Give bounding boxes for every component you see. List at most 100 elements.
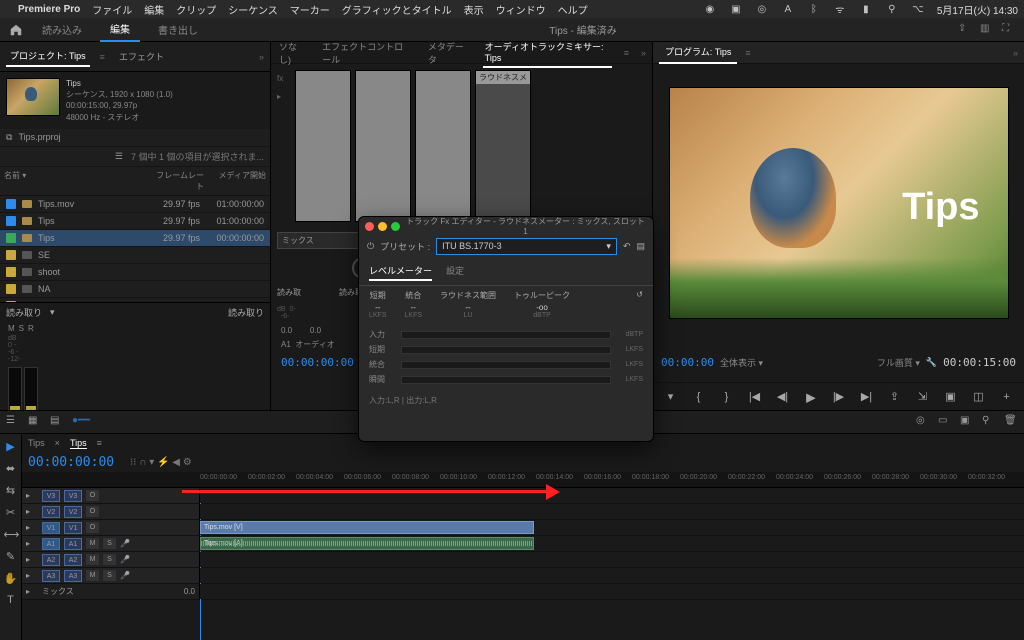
seq-tab[interactable]: Tips	[28, 438, 45, 448]
play-button[interactable]: ▶	[800, 386, 821, 407]
freeform-icon[interactable]: ▤	[50, 415, 64, 429]
track-row[interactable]: ▸V2V2O	[22, 504, 1024, 520]
bin-item[interactable]: shoot	[0, 264, 270, 281]
seq-tab-active[interactable]: Tips	[70, 438, 87, 449]
preset-dropdown[interactable]: ITU BS.1770-3▾	[436, 238, 617, 255]
ripple-tool[interactable]: ⇆	[4, 484, 18, 498]
power-icon[interactable]: ⏻	[367, 241, 374, 252]
tab-project[interactable]: プロジェクト: Tips	[6, 46, 90, 67]
sys-icon[interactable]: ▣	[729, 4, 743, 15]
search-icon[interactable]: ⚲	[885, 4, 899, 15]
mark-out-button[interactable]: }	[718, 388, 736, 406]
bin-item[interactable]: Tips.mov29.97 fps01:00:00:00	[0, 196, 270, 213]
track-row[interactable]: ▸A3A3MS🎤	[22, 568, 1024, 584]
track-row[interactable]: ▸A2A2MS🎤	[22, 552, 1024, 568]
bin-item[interactable]: Tips29.97 fps00:00:00:00	[0, 230, 270, 247]
goto-in-button[interactable]: |◀	[746, 388, 764, 406]
tab-metadata[interactable]: メタデータ	[426, 37, 471, 69]
zoom-slider[interactable]: ●━━	[72, 415, 86, 429]
menu-window[interactable]: ウィンドウ	[496, 2, 546, 17]
close-button[interactable]	[365, 222, 374, 231]
fx-tab-meter[interactable]: レベルメーター	[369, 262, 432, 281]
col-mediastart[interactable]: メディア開始	[208, 170, 266, 192]
home-button[interactable]	[8, 22, 24, 38]
new-bin-icon[interactable]: ▭	[938, 415, 952, 429]
record-icon[interactable]: ◉	[703, 4, 717, 15]
preset-next-icon[interactable]: ▤	[636, 241, 645, 252]
menu-marker[interactable]: マーカー	[290, 2, 330, 17]
extract-button[interactable]: ⇲	[914, 388, 932, 406]
tab-effects[interactable]: エフェクト	[115, 47, 168, 66]
rec-title[interactable]: 読み取り	[6, 306, 42, 319]
reset-icon[interactable]: ↺	[636, 290, 643, 319]
auto-match-icon[interactable]: ◎	[916, 415, 930, 429]
fit-dropdown[interactable]: 全体表示 ▾	[720, 356, 763, 369]
mixer-strip[interactable]	[295, 70, 351, 222]
quality-dropdown[interactable]: フル画質 ▾	[877, 356, 920, 369]
bin-item[interactable]: SE	[0, 247, 270, 264]
razor-tool[interactable]: ✂	[4, 506, 18, 520]
fx-tab-settings[interactable]: 設定	[446, 262, 464, 281]
col-framerate[interactable]: フレームレート	[154, 170, 204, 192]
filter-icon[interactable]: ☰	[115, 151, 123, 162]
type-tool[interactable]: T	[4, 594, 18, 608]
hand-tool[interactable]: ✋	[4, 572, 18, 586]
program-monitor[interactable]: Tips	[669, 87, 1009, 319]
col-name[interactable]: 名前 ▾	[4, 170, 150, 192]
list-view-icon[interactable]: ☰	[6, 415, 20, 429]
menu-graphics[interactable]: グラフィックとタイトル	[342, 2, 452, 17]
selection-tool[interactable]: ▶	[4, 440, 18, 454]
quick-export-icon[interactable]: ⇪	[958, 23, 972, 37]
ime-icon[interactable]: A	[781, 4, 795, 15]
tab-effect-controls[interactable]: エフェクトコントロール	[320, 37, 414, 69]
bin-item[interactable]: Tips29.97 fps01:00:00:00	[0, 213, 270, 230]
track-row[interactable]: ▸A1A1MS🎤Tips.mov [A]	[22, 536, 1024, 552]
zoom-button[interactable]	[391, 222, 400, 231]
mark-in-button[interactable]: {	[690, 388, 708, 406]
bin-item[interactable]: NA	[0, 281, 270, 298]
search-icon[interactable]: ⚲	[982, 415, 996, 429]
export-frame-button[interactable]: ▣	[942, 388, 960, 406]
app-name[interactable]: Premiere Pro	[18, 4, 80, 15]
menu-edit[interactable]: 編集	[144, 2, 164, 17]
step-back-button[interactable]: ◀|	[774, 388, 792, 406]
cc-icon[interactable]: ◎	[755, 4, 769, 15]
ws-export[interactable]: 書き出し	[148, 18, 208, 41]
settings-button[interactable]: +	[998, 388, 1016, 406]
mixer-strip[interactable]	[355, 70, 411, 222]
comparison-button[interactable]: ◫	[970, 388, 988, 406]
time-ruler[interactable]: 00:00:00:0000:00:02:0000:00:04:0000:00:0…	[22, 472, 1024, 488]
fullscreen-icon[interactable]: ⛶	[1002, 23, 1016, 37]
add-marker-button[interactable]: ▾	[662, 388, 680, 406]
sequence-thumb[interactable]	[6, 78, 60, 116]
ws-edit[interactable]: 編集	[100, 17, 140, 42]
tab-source[interactable]: ソなし)	[277, 37, 308, 69]
menu-file[interactable]: ファイル	[92, 2, 132, 17]
tab-program[interactable]: プログラム: Tips	[659, 41, 737, 64]
slip-tool[interactable]: ⟷	[4, 528, 18, 542]
loudness-meter-window[interactable]: トラック Fx エディター - ラウドネスメーター : ミックス, スロット 1…	[358, 216, 654, 442]
track-row[interactable]: ▸V1V1OTips.mov [V]	[22, 520, 1024, 536]
lift-button[interactable]: ⇪	[886, 388, 904, 406]
mixer-strip-loudness[interactable]: ラウドネスメ	[475, 70, 531, 222]
bt-icon[interactable]: ᛒ	[807, 4, 821, 15]
project-file[interactable]: Tips.prproj	[18, 132, 60, 142]
menu-sequence[interactable]: シーケンス	[228, 2, 278, 17]
track-select-tool[interactable]: ⬌	[4, 462, 18, 476]
step-fwd-button[interactable]: |▶	[830, 388, 848, 406]
preset-prev-icon[interactable]: ↶	[623, 241, 631, 252]
wrench-icon[interactable]: 🔧	[926, 357, 937, 368]
icon-view-icon[interactable]: ▦	[28, 415, 42, 429]
battery-icon[interactable]: ▮	[859, 4, 873, 15]
trash-icon[interactable]: 🗑	[1004, 415, 1018, 429]
mixer-strip[interactable]	[415, 70, 471, 222]
menu-clip[interactable]: クリップ	[176, 2, 216, 17]
workspace-icon[interactable]: ▥	[980, 23, 994, 37]
mix-track[interactable]: ▸ミックス0.0	[22, 584, 1024, 600]
menu-help[interactable]: ヘルプ	[558, 2, 588, 17]
timeline-tc[interactable]: 00:00:00:00	[28, 455, 114, 470]
control-center-icon[interactable]: ⌥	[911, 4, 925, 15]
pen-tool[interactable]: ✎	[4, 550, 18, 564]
goto-out-button[interactable]: ▶|	[858, 388, 876, 406]
tab-audio-mixer[interactable]: オーディオトラックミキサー: Tips	[483, 37, 612, 68]
